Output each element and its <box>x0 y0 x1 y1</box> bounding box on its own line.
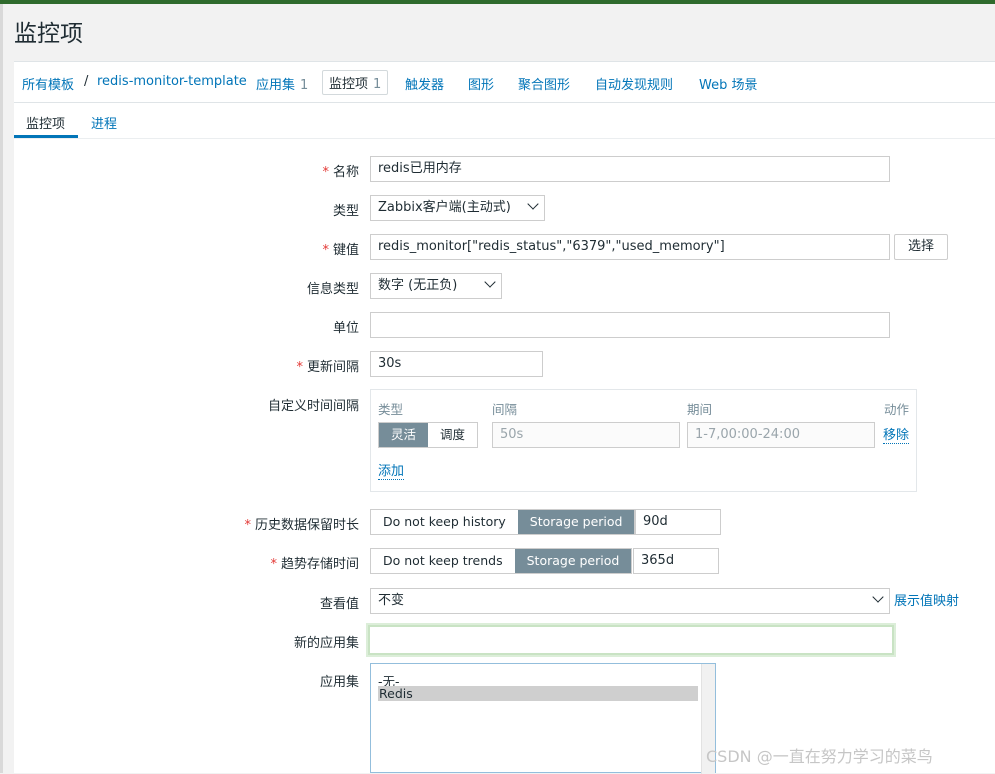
application-option-redis[interactable]: Redis <box>378 686 698 701</box>
remove-interval-link[interactable]: 移除 <box>883 428 910 444</box>
nav-applications[interactable]: 应用集 1 <box>256 74 308 93</box>
type-label: 类型 <box>332 204 359 219</box>
history-label: * 历史数据保留时长 <box>244 514 359 533</box>
breadcrumb-all-templates[interactable]: 所有模板 <box>22 74 74 93</box>
top-accent-bar <box>0 0 995 4</box>
valuemap-label: 查看值 <box>319 597 359 612</box>
item-form-panel: 监控项 进程 * 名称 类型 * 键值 信息类型 单位 * 更新间隔 自定义时间间隔 … <box>14 103 995 774</box>
breadcrumb-template[interactable]: redis-monitor-template <box>97 74 247 89</box>
tab-preprocessing[interactable]: 进程 <box>91 113 117 132</box>
breadcrumb-separator: / <box>84 74 89 89</box>
add-interval-link[interactable]: 添加 <box>378 464 405 480</box>
interval-label: * 更新间隔 <box>296 356 359 375</box>
units-label: 单位 <box>332 321 359 336</box>
show-value-mappings-link[interactable]: 展示值映射 <box>894 594 959 609</box>
nav-items-count: 1 <box>373 77 382 92</box>
history-mode-toggle: Do not keep history Storage period <box>370 509 636 535</box>
trends-do-not-keep[interactable]: Do not keep trends <box>371 549 515 573</box>
interval-type-toggle: 灵活 调度 <box>378 422 479 448</box>
trends-period-input[interactable]: 365d <box>633 548 719 574</box>
required-marker: * <box>322 243 329 258</box>
custom-period-input[interactable]: 1-7,00:00-24:00 <box>687 422 875 448</box>
column-interval: 间隔 <box>492 402 518 417</box>
chevron-down-icon <box>484 276 496 288</box>
nav-discovery-rules[interactable]: 自动发现规则 <box>595 74 673 93</box>
left-border <box>0 4 3 773</box>
watermark: CSDN @一直在努力学习的菜鸟 <box>706 747 933 766</box>
nav-screens[interactable]: 聚合图形 <box>518 74 570 93</box>
key-label: * 键值 <box>322 239 359 258</box>
valuemap-select[interactable]: 不变 <box>370 588 890 614</box>
key-label-text: 键值 <box>332 243 359 258</box>
nav-graphs[interactable]: 图形 <box>468 74 494 93</box>
tab-item[interactable]: 监控项 <box>26 113 65 132</box>
type-select[interactable]: Zabbix客户端(主动式) <box>370 195 545 221</box>
required-marker: * <box>270 557 277 572</box>
nav-applications-label: 应用集 <box>256 78 296 93</box>
custom-interval-input[interactable]: 50s <box>492 422 680 448</box>
applications-listbox[interactable]: -无- Redis <box>370 663 716 774</box>
nav-applications-count: 1 <box>300 78 309 93</box>
interval-type-scheduling[interactable]: 调度 <box>428 423 477 447</box>
chevron-down-icon <box>872 591 884 603</box>
column-action: 动作 <box>884 402 910 417</box>
custom-intervals-table: 类型 间隔 期间 动作 灵活 调度 50s 1-7,00:00-24:00 移除… <box>370 389 917 492</box>
interval-label-text: 更新间隔 <box>306 360 359 375</box>
nav-items-label: 监控项 <box>329 77 369 92</box>
column-type: 类型 <box>378 402 404 417</box>
valuemap-select-value: 不变 <box>378 593 405 608</box>
nav-items[interactable]: 监控项 1 <box>322 70 389 95</box>
nav-triggers[interactable]: 触发器 <box>405 74 444 93</box>
info-type-label: 信息类型 <box>306 282 359 297</box>
type-select-value: Zabbix客户端(主动式) <box>378 200 511 215</box>
applications-label: 应用集 <box>319 675 359 690</box>
trends-label-text: 趋势存储时间 <box>280 557 359 572</box>
name-input[interactable]: redis已用内存 <box>370 156 890 182</box>
custom-intervals-label: 自定义时间间隔 <box>267 399 359 414</box>
name-label: * 名称 <box>322 161 359 180</box>
history-label-text: 历史数据保留时长 <box>254 518 359 533</box>
nav-web-scenarios[interactable]: Web 场景 <box>699 74 757 93</box>
units-input[interactable] <box>370 312 890 338</box>
trends-mode-toggle: Do not keep trends Storage period <box>370 548 633 574</box>
page-title: 监控项 <box>14 21 83 47</box>
info-type-select[interactable]: 数字 (无正负) <box>370 273 502 299</box>
active-tab-indicator <box>14 135 78 138</box>
template-navigation: 所有模板 / redis-monitor-template 应用集 1 监控项 1 … <box>14 61 995 103</box>
history-storage-period[interactable]: Storage period <box>517 510 635 534</box>
new-application-label: 新的应用集 <box>293 636 359 651</box>
info-type-select-value: 数字 (无正负) <box>378 278 458 293</box>
required-marker: * <box>244 518 251 533</box>
trends-label: * 趋势存储时间 <box>270 553 359 572</box>
key-select-button[interactable]: 选择 <box>894 234 948 260</box>
form-tabs: 监控项 进程 <box>14 103 995 139</box>
new-application-input[interactable] <box>368 625 894 655</box>
required-marker: * <box>296 360 303 375</box>
required-marker: * <box>322 165 329 180</box>
trends-storage-period[interactable]: Storage period <box>514 549 632 573</box>
column-period: 期间 <box>687 402 713 417</box>
chevron-down-icon <box>527 198 539 210</box>
key-input[interactable]: redis_monitor["redis_status","6379","use… <box>370 234 890 260</box>
history-do-not-keep[interactable]: Do not keep history <box>371 510 518 534</box>
history-period-input[interactable]: 90d <box>635 509 721 535</box>
interval-type-flexible[interactable]: 灵活 <box>379 423 429 447</box>
name-label-text: 名称 <box>332 165 359 180</box>
update-interval-input[interactable]: 30s <box>370 351 543 377</box>
